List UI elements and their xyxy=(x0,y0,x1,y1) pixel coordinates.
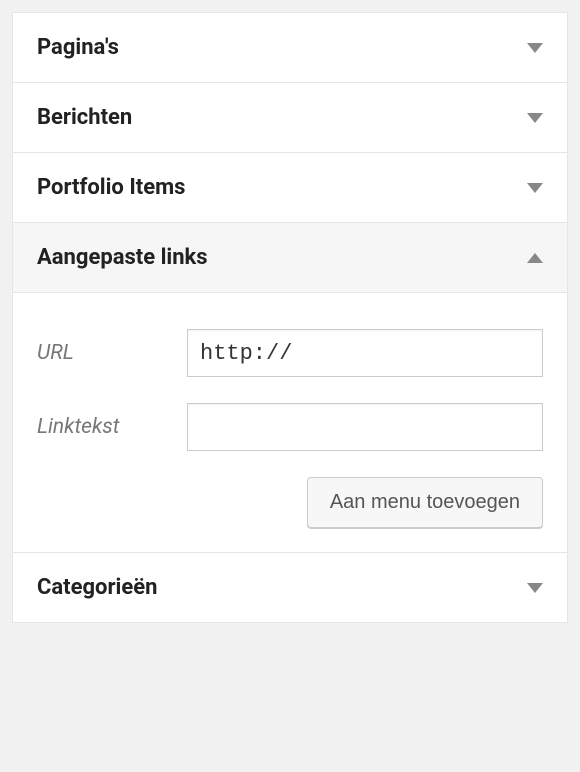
button-row: Aan menu toevoegen xyxy=(37,477,543,528)
panel-custom-links: Aangepaste links URL Linktekst Aan menu … xyxy=(12,222,568,553)
add-to-menu-button[interactable]: Aan menu toevoegen xyxy=(307,477,543,528)
panel-portfolio: Portfolio Items xyxy=(12,152,568,223)
panel-header-portfolio[interactable]: Portfolio Items xyxy=(13,153,567,222)
menu-items-accordion: Pagina's Berichten Portfolio Items Aange… xyxy=(12,12,568,623)
panel-posts: Berichten xyxy=(12,82,568,153)
url-input[interactable] xyxy=(187,329,543,377)
url-label: URL xyxy=(37,341,187,365)
linktext-label: Linktekst xyxy=(37,415,187,439)
panel-header-posts[interactable]: Berichten xyxy=(13,83,567,152)
form-row-linktext: Linktekst xyxy=(37,403,543,451)
chevron-down-icon xyxy=(527,583,543,593)
panel-header-custom-links[interactable]: Aangepaste links xyxy=(13,223,567,292)
panel-pages: Pagina's xyxy=(12,12,568,83)
chevron-down-icon xyxy=(527,113,543,123)
panel-title-categories: Categorieën xyxy=(37,575,157,600)
panel-title-pages: Pagina's xyxy=(37,35,119,60)
panel-title-portfolio: Portfolio Items xyxy=(37,175,185,200)
form-row-url: URL xyxy=(37,329,543,377)
panel-categories: Categorieën xyxy=(12,552,568,623)
linktext-input[interactable] xyxy=(187,403,543,451)
panel-header-categories[interactable]: Categorieën xyxy=(13,553,567,622)
panel-header-pages[interactable]: Pagina's xyxy=(13,13,567,82)
chevron-up-icon xyxy=(527,253,543,263)
chevron-down-icon xyxy=(527,183,543,193)
chevron-down-icon xyxy=(527,43,543,53)
panel-body-custom-links: URL Linktekst Aan menu toevoegen xyxy=(13,292,567,552)
panel-title-custom-links: Aangepaste links xyxy=(37,245,208,270)
panel-title-posts: Berichten xyxy=(37,105,132,130)
